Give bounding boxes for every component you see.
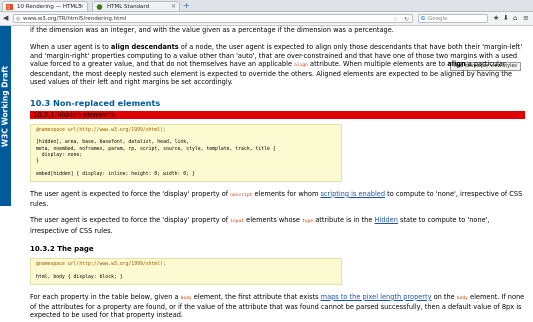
input-paragraph: The user agent is expected to force the … — [30, 216, 490, 235]
intro-paragraph: if the dimension was an integer, and wit… — [30, 26, 394, 34]
google-search-icon: G — [421, 16, 426, 22]
url-text: www.w3.org/TR/html5/rendering.html — [23, 16, 127, 22]
html5-favicon-icon: 5 — [6, 4, 13, 11]
scripting-enabled-link[interactable]: scripting is enabled — [320, 190, 385, 198]
download-icon[interactable]: ⬇ — [503, 14, 509, 23]
url-bar[interactable]: ◎ www.w3.org/TR/html5/rendering.html ☆ ↻ — [13, 14, 413, 23]
svg-text:5: 5 — [7, 5, 10, 10]
hidden-state-link[interactable]: Hidden — [375, 216, 398, 224]
reload-icon[interactable]: ↻ — [404, 15, 409, 24]
tab-bar: 5 10 Rendering — HTML5 × HTML Standard ×… — [0, 0, 533, 12]
page-content: W3C Working Draft Add developer view sty… — [0, 26, 533, 322]
code-block-page: @namespace url(http://www.w3.org/1999/xh… — [30, 258, 342, 285]
align-paragraph: When a user agent is to align descendant… — [30, 43, 523, 87]
section-heading-nonreplaced: 10.3 Non-replaced elements — [30, 97, 161, 108]
pixel-length-link[interactable]: maps to the pixel length property — [321, 293, 432, 301]
close-tab-icon[interactable]: × — [79, 2, 84, 12]
bookmark-star-icon[interactable]: ☆ — [393, 15, 398, 24]
input-element[interactable]: input — [230, 219, 244, 224]
code-block-hidden: @namespace url(http://www.w3.org/1999/xh… — [30, 124, 342, 182]
search-placeholder: Google — [428, 16, 448, 22]
document-body: if the dimension was an integer, and wit… — [30, 26, 525, 320]
type-attribute[interactable]: type — [302, 219, 313, 224]
body-paragraph: For each property in the table below, gi… — [30, 292, 525, 320]
code-line: html, body { display: block; } — [36, 274, 123, 280]
tab-html-standard[interactable]: HTML Standard × — [92, 1, 180, 11]
navigation-bar: ◀ ◎ www.w3.org/TR/html5/rendering.html ☆… — [0, 12, 533, 26]
tab-label: HTML Standard — [107, 4, 150, 10]
home-icon[interactable]: ⌂ — [513, 14, 517, 23]
noscript-paragraph: The user agent is expected to force the … — [30, 189, 523, 208]
globe-icon: ◎ — [16, 16, 21, 22]
body-element[interactable]: body — [457, 296, 468, 301]
w3c-status-flag[interactable]: W3C Working Draft — [0, 26, 11, 206]
body-element[interactable]: body — [181, 296, 192, 301]
menu-icon[interactable]: ≡ — [523, 14, 529, 23]
section-heading-hidden: 10.3.1 Hidden elements — [30, 111, 525, 120]
back-icon[interactable]: ◀ — [3, 14, 8, 23]
align-attribute[interactable]: align — [294, 63, 308, 68]
tab-rendering[interactable]: 5 10 Rendering — HTML5 × — [2, 1, 88, 11]
section-heading-page: 10.3.2 The page — [30, 244, 94, 253]
tab-label: 10 Rendering — HTML5 — [17, 4, 82, 10]
whatwg-favicon-icon — [96, 4, 103, 10]
search-bar[interactable]: G Google — [418, 14, 488, 23]
code-line: embed[hidden] { display: inline; height:… — [36, 171, 195, 177]
w3c-status-label: W3C Working Draft — [0, 65, 10, 148]
close-tab-icon[interactable]: × — [171, 2, 176, 12]
bookmarks-icon[interactable]: ★ — [493, 14, 499, 23]
new-tab-icon[interactable]: + — [183, 1, 190, 10]
noscript-element[interactable]: noscript — [230, 193, 252, 198]
